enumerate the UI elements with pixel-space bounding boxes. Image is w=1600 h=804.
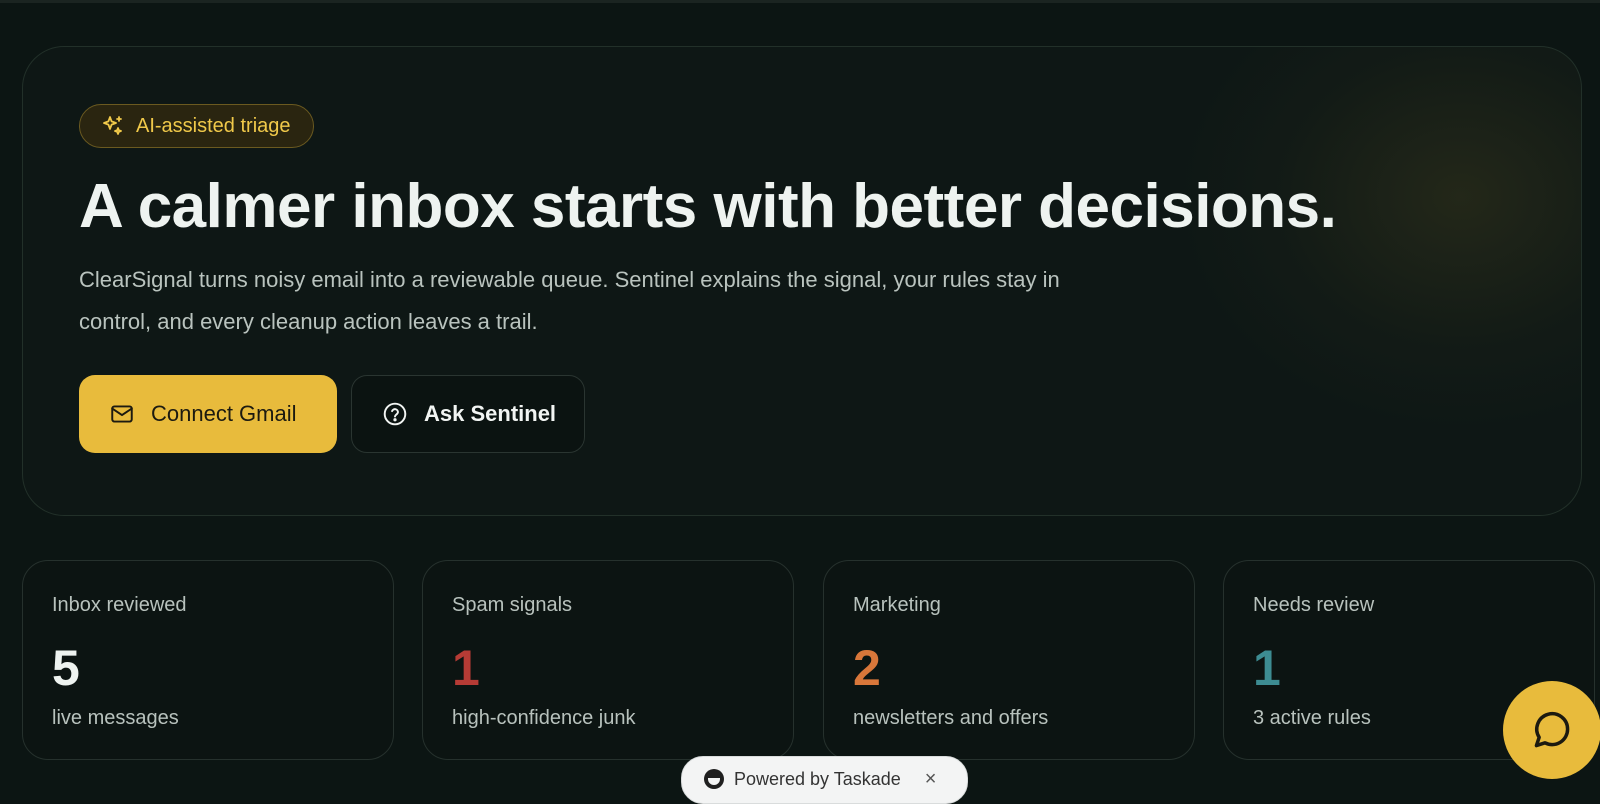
stat-label: Marketing: [853, 594, 941, 616]
stat-value: 5: [52, 640, 80, 696]
connect-gmail-button[interactable]: Connect Gmail: [79, 375, 337, 453]
stat-value: 1: [452, 640, 480, 696]
ask-sentinel-label: Ask Sentinel: [424, 401, 557, 426]
stat-subtext: live messages: [52, 707, 179, 729]
stat-subtext: high-confidence junk: [452, 707, 636, 729]
hero-card: AI-assisted triage A calmer inbox starts…: [22, 46, 1582, 516]
ask-sentinel-button[interactable]: Ask Sentinel: [351, 375, 585, 453]
stat-label: Spam signals: [452, 594, 573, 616]
stat-label: Inbox reviewed: [52, 594, 187, 616]
powered-by-taskade-banner[interactable]: Powered by Taskade ×: [681, 756, 968, 804]
powered-by-label: Powered by Taskade: [734, 769, 901, 789]
taskade-logo-icon: [704, 769, 724, 789]
chat-bubble-icon: [1534, 712, 1570, 748]
top-border: [0, 0, 1600, 3]
stat-subtext: 3 active rules: [1253, 707, 1371, 729]
stat-value: 1: [1253, 640, 1281, 696]
help-circle-icon: [383, 402, 407, 426]
close-icon[interactable]: ×: [925, 769, 937, 789]
stat-label: Needs review: [1253, 594, 1375, 616]
stat-card-marketing: Marketing 2 newsletters and offers: [823, 560, 1195, 760]
stat-card-spam-signals: Spam signals 1 high-confidence junk: [422, 560, 794, 760]
ai-triage-badge: AI-assisted triage: [79, 104, 314, 148]
sparkles-icon: [103, 116, 122, 135]
mail-icon: [111, 405, 133, 423]
badge-label: AI-assisted triage: [136, 114, 291, 137]
stat-card-inbox-reviewed: Inbox reviewed 5 live messages: [22, 560, 394, 760]
hero-description: ClearSignal turns noisy email into a rev…: [79, 267, 1060, 334]
chat-button[interactable]: [1503, 681, 1600, 779]
connect-gmail-label: Connect Gmail: [151, 401, 297, 426]
hero-title: A calmer inbox starts with better decisi…: [79, 172, 1337, 241]
stat-subtext: newsletters and offers: [853, 707, 1049, 729]
stat-value: 2: [853, 640, 881, 696]
